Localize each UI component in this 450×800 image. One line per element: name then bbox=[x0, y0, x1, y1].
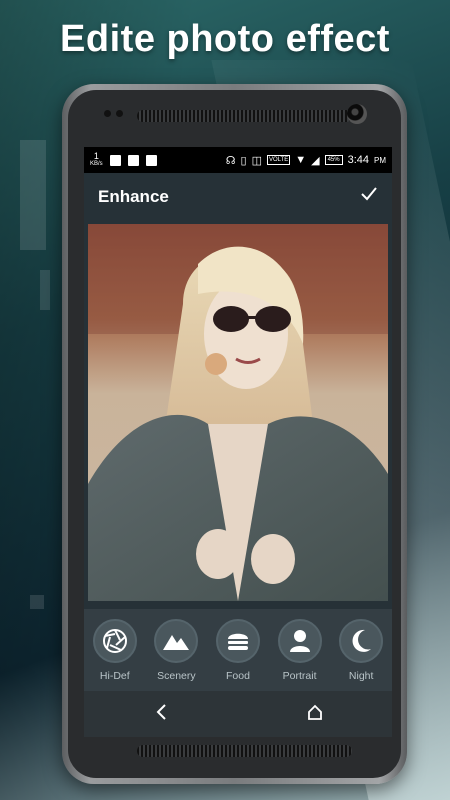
tool-label: Scenery bbox=[157, 670, 196, 682]
promo-headline: Edite photo effect bbox=[60, 18, 390, 60]
phone-screen: 1 KB/s ☊ ▯ ◫ VOLTE ▼ ◢ 45% 3:44 PM Enhan… bbox=[84, 147, 392, 737]
top-speaker bbox=[137, 110, 352, 122]
status-bar: 1 KB/s ☊ ▯ ◫ VOLTE ▼ ◢ 45% 3:44 PM bbox=[84, 147, 392, 173]
image-notification-icon bbox=[109, 154, 121, 166]
checkbox-notification-icon bbox=[127, 154, 139, 166]
sensor-dots bbox=[104, 110, 123, 117]
tool-night[interactable]: Night bbox=[332, 619, 390, 682]
navigation-bar bbox=[84, 691, 392, 737]
front-camera bbox=[347, 104, 367, 124]
vibrate-icon: ◫ bbox=[251, 154, 262, 167]
burger-icon[interactable] bbox=[215, 619, 260, 663]
tool-label: Night bbox=[348, 670, 374, 682]
background-square bbox=[40, 270, 50, 310]
clock-time: 3:44 bbox=[347, 154, 369, 166]
signal-icon: ◢ bbox=[311, 154, 320, 167]
tool-scenery[interactable]: Scenery bbox=[147, 619, 205, 682]
moon-icon[interactable] bbox=[339, 619, 384, 663]
volte-badge: VOLTE bbox=[266, 155, 291, 165]
bottom-speaker bbox=[137, 745, 352, 757]
tool-portrait[interactable]: Portrait bbox=[271, 619, 329, 682]
person-icon[interactable] bbox=[277, 619, 322, 663]
network-speed-unit: KB/s bbox=[90, 161, 103, 167]
phone-icon: ▯ bbox=[240, 154, 247, 167]
tool-label: Food bbox=[226, 670, 250, 682]
music-notification-icon bbox=[145, 154, 157, 166]
network-speed: 1 KB/s bbox=[90, 152, 103, 168]
background-square bbox=[20, 140, 46, 250]
background-square bbox=[30, 595, 44, 609]
tool-hi-def[interactable]: Hi-Def bbox=[86, 619, 144, 682]
screen-title: Enhance bbox=[98, 186, 169, 206]
tool-label: Hi-Def bbox=[99, 670, 130, 682]
checkmark-icon[interactable] bbox=[360, 185, 378, 208]
wifi-icon: ▼ bbox=[295, 154, 307, 166]
headset-icon: ☊ bbox=[225, 154, 236, 167]
tool-label: Portrait bbox=[282, 670, 317, 682]
tool-food[interactable]: Food bbox=[209, 619, 267, 682]
photo-preview-area bbox=[84, 220, 392, 609]
home-icon[interactable] bbox=[295, 704, 335, 725]
back-chevron-icon[interactable] bbox=[141, 703, 181, 725]
battery-indicator: 45% bbox=[324, 155, 343, 165]
edited-photo[interactable] bbox=[88, 224, 388, 601]
mountains-icon[interactable] bbox=[154, 619, 199, 663]
enhance-tool-bar: Hi-Def Scenery Food Portrait Night bbox=[84, 609, 392, 691]
aperture-icon[interactable] bbox=[92, 619, 137, 663]
network-speed-value: 1 bbox=[93, 151, 99, 161]
clock-ampm: PM bbox=[374, 155, 386, 165]
app-bar: Enhance bbox=[84, 173, 392, 220]
